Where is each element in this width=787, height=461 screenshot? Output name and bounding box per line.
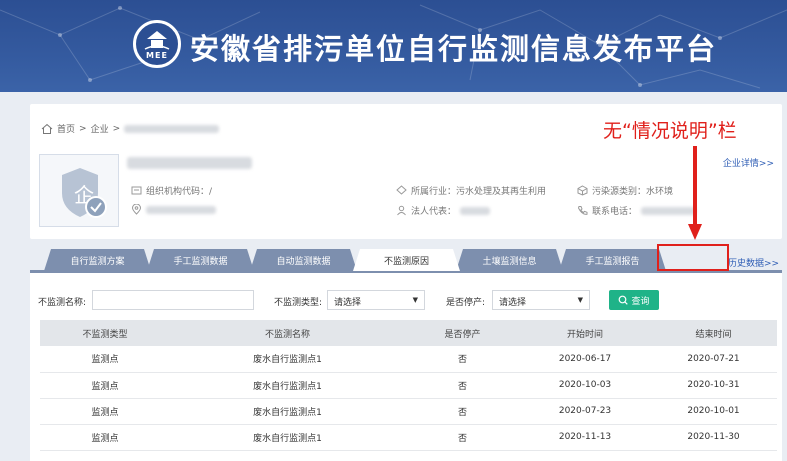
table-cell: 废水自行监测点1	[170, 372, 405, 399]
home-icon	[41, 123, 53, 134]
annotation-text: 无“情况说明”栏	[603, 120, 737, 142]
table-cell: 2020-06-17	[520, 346, 650, 373]
breadcrumb-separator: >	[79, 123, 87, 134]
chevron-down-icon: ▼	[577, 296, 583, 304]
contact-phone: 联系电话：	[577, 204, 697, 217]
tab-self-monitoring-plan[interactable]: 自行监测方案	[44, 249, 151, 271]
breadcrumb-separator: >	[112, 123, 121, 134]
redacted-enterprise-name	[124, 124, 220, 133]
location-icon	[131, 204, 142, 215]
chevron-down-icon: ▼	[412, 296, 418, 304]
column-header: 是否停产	[405, 320, 520, 346]
name-filter-input[interactable]	[92, 290, 254, 310]
table-cell: 否	[405, 424, 520, 451]
table-cell: 监测点	[40, 424, 170, 451]
industry: 所属行业：污水处理及其再生利用	[396, 184, 546, 197]
non-monitoring-table: 不监测类型 不监测名称 是否停产 开始时间 结束时间 监测点 废水自行监测点1 …	[40, 320, 777, 451]
table-cell: 否	[405, 372, 520, 399]
tab-manual-monitoring-data[interactable]: 手工监测数据	[147, 249, 254, 271]
table-cell: 废水自行监测点1	[170, 346, 405, 373]
name-filter-label: 不监测名称:	[38, 298, 87, 308]
industry-icon	[396, 185, 407, 195]
history-data-link[interactable]: 历史数据>>	[728, 256, 779, 269]
user-icon	[397, 205, 406, 216]
tab-soil-monitoring-info[interactable]: 土壤监测信息	[456, 249, 563, 271]
org-code: 组织机构代码：/	[131, 184, 212, 197]
table-header-row: 不监测类型 不监测名称 是否停产 开始时间 结束时间	[40, 320, 777, 346]
company-name	[127, 154, 252, 173]
table-cell: 2020-10-31	[650, 372, 777, 399]
table-cell: 监测点	[40, 372, 170, 399]
page-title: 安徽省排污单位自行监测信息发布平台	[190, 32, 718, 66]
breadcrumb-enterprise[interactable]: 企业	[91, 122, 109, 135]
tab-non-monitoring-reason[interactable]: 不监测原因	[353, 249, 460, 271]
table-cell: 废水自行监测点1	[170, 424, 405, 451]
table-cell: 监测点	[40, 398, 170, 425]
search-icon	[619, 295, 629, 305]
site-header: MEE 安徽省排污单位自行监测信息发布平台	[0, 0, 787, 92]
query-button[interactable]: 查询	[609, 290, 659, 310]
column-header: 不监测类型	[40, 320, 170, 346]
pollution-type: 污染源类别：水环境	[577, 184, 673, 197]
enterprise-detail-link[interactable]: 企业详情>>	[723, 156, 774, 169]
annotation-arrow	[688, 146, 702, 240]
id-card-icon	[131, 186, 142, 195]
table-cell: 2020-10-03	[520, 372, 650, 399]
table-cell: 2020-10-01	[650, 398, 777, 425]
stop-filter-label: 是否停产:	[446, 298, 486, 308]
column-header: 不监测名称	[170, 320, 405, 346]
table-cell: 否	[405, 398, 520, 425]
phone-icon	[577, 206, 588, 215]
mee-logo: MEE	[133, 20, 181, 68]
type-filter-select[interactable]: 请选择 ▼	[327, 290, 425, 310]
table-row: 监测点 废水自行监测点1 否 2020-10-03 2020-10-31	[40, 372, 777, 399]
table-cell: 监测点	[40, 346, 170, 373]
table-row: 监测点 废水自行监测点1 否 2020-07-23 2020-10-01	[40, 398, 777, 425]
table-cell: 2020-11-30	[650, 424, 777, 451]
breadcrumb: 首页 > 企业 >	[41, 122, 220, 135]
table-row: 监测点 废水自行监测点1 否 2020-11-13 2020-11-30	[40, 424, 777, 451]
tab-manual-monitoring-report[interactable]: 手工监测报告	[559, 249, 666, 271]
enterprise-avatar: 企	[39, 154, 119, 227]
content-panel: 不监测名称: 不监测类型: 请选择 ▼ 是否停产: 请选择 ▼ 查询 不监测类型…	[30, 273, 782, 461]
table-cell: 2020-07-21	[650, 346, 777, 373]
tab-auto-monitoring-data[interactable]: 自动监测数据	[250, 249, 357, 271]
table-cell: 否	[405, 346, 520, 373]
tab-bar: 自行监测方案 手工监测数据 自动监测数据 不监测原因 土壤监测信息 手工监测报告	[44, 249, 662, 271]
cube-icon	[577, 185, 588, 196]
table-row: 监测点 废水自行监测点1 否 2020-06-17 2020-07-21	[40, 346, 777, 373]
breadcrumb-home[interactable]: 首页	[57, 122, 75, 135]
legal-representative: 法人代表：	[396, 204, 491, 217]
type-filter-label: 不监测类型:	[274, 298, 323, 308]
logo-text: MEE	[146, 51, 168, 60]
table-cell: 废水自行监测点1	[170, 398, 405, 425]
table-cell: 2020-07-23	[520, 398, 650, 425]
stop-filter-select[interactable]: 请选择 ▼	[492, 290, 590, 310]
annotation-highlight-box	[657, 244, 729, 271]
address	[131, 204, 216, 215]
table-cell: 2020-11-13	[520, 424, 650, 451]
column-header: 结束时间	[650, 320, 777, 346]
column-header: 开始时间	[520, 320, 650, 346]
